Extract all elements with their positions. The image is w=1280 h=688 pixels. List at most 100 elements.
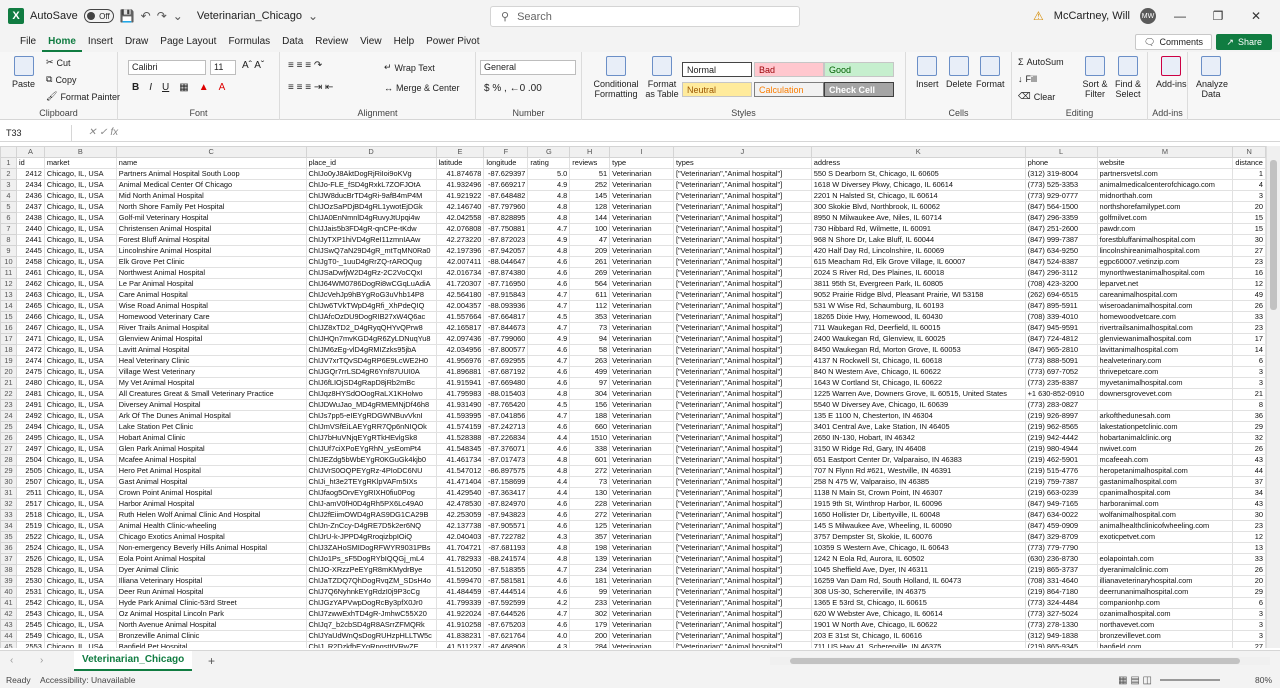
cell[interactable]: 27 (1232, 641, 1266, 648)
cell[interactable]: market (43, 157, 117, 169)
horizontal-scroll-thumb[interactable] (790, 658, 1240, 664)
cell[interactable]: Veterinarian (609, 465, 674, 477)
cell[interactable]: id (15, 157, 45, 169)
cell[interactable]: ChIJo0yJ8AktDogRjRiIoi9oKVg (305, 168, 437, 180)
tab-draw[interactable]: Draw (119, 32, 154, 52)
style-bad[interactable]: Bad (754, 62, 824, 77)
cell[interactable]: 12 (1232, 278, 1266, 290)
cell[interactable]: ["Veterinarian","Animal hospital"] (672, 267, 812, 279)
cell[interactable]: types (672, 157, 812, 169)
cell[interactable]: 564 (569, 278, 611, 290)
cell[interactable]: 4.9 (527, 333, 571, 345)
cell[interactable]: (847) 329-8709 (1024, 531, 1098, 543)
cell[interactable]: -87.943823 (483, 509, 529, 521)
cell[interactable]: (219) 865-3737 (1024, 564, 1098, 576)
cell[interactable]: (773) 278-1330 (1024, 619, 1098, 631)
cell[interactable]: Chicago, IL, USA (43, 388, 117, 400)
cell[interactable]: 6 (1232, 597, 1266, 609)
cell[interactable]: 1650 Hollister Dr, Libertyville, IL 6004… (810, 509, 1026, 521)
cell[interactable]: 2519 (15, 520, 45, 532)
cell[interactable]: 9052 Prairie Ridge Blvd, Pleasant Prairi… (810, 289, 1026, 301)
cell[interactable]: ChIJW8ducBrTD4gRi-9afB4mP4M (305, 190, 437, 202)
cell[interactable]: 4.0 (527, 630, 571, 642)
cell[interactable]: Lake Station Pet Clinic (115, 421, 307, 433)
cell[interactable]: -87.716950 (483, 278, 529, 290)
cell[interactable]: northavevet.com (1096, 619, 1234, 631)
cell[interactable]: 353 (569, 311, 611, 323)
row-header[interactable]: 6 (0, 212, 17, 224)
cell[interactable]: (847) 296-3112 (1024, 267, 1098, 279)
cell[interactable]: 420 Half Day Rd, Lincolnshire, IL 60069 (810, 245, 1026, 257)
cell[interactable]: ["Veterinarian","Animal hospital"] (672, 388, 812, 400)
cell[interactable]: 2458 (15, 256, 45, 268)
row-header[interactable]: 25 (0, 421, 17, 433)
cell[interactable]: Glenview Animal Hospital (115, 333, 307, 345)
cell[interactable]: 4.7 (527, 322, 571, 334)
row-header[interactable]: 16 (0, 322, 17, 334)
cell[interactable]: ["Veterinarian","Animal hospital"] (672, 366, 812, 378)
cell[interactable]: -87.872023 (483, 234, 529, 246)
cell[interactable]: (219) 926-8997 (1024, 410, 1098, 422)
cell[interactable]: Partners Animal Hospital South Loop (115, 168, 307, 180)
cell[interactable]: 42.197396 (435, 245, 485, 257)
cell[interactable]: Chicago, IL, USA (43, 443, 117, 455)
cell[interactable]: 10359 S Western Ave, Chicago, IL 60643 (810, 542, 1026, 554)
cell[interactable]: 41.593995 (435, 410, 485, 422)
cell[interactable]: ChIJDWuJao_MD4gRMEMNjDf46h8 (305, 399, 437, 411)
cell[interactable]: Christensen Animal Hospital (115, 223, 307, 235)
cell[interactable]: 12 (1232, 531, 1266, 543)
cell[interactable]: 2400 Waukegan Rd, Glenview, IL 60025 (810, 333, 1026, 345)
cell[interactable]: Chicago, IL, USA (43, 311, 117, 323)
cell[interactable]: 2530 (15, 575, 45, 587)
cell[interactable]: -87.592599 (483, 597, 529, 609)
cell[interactable]: Chicago, IL, USA (43, 278, 117, 290)
cell[interactable]: Heal Veterinary Clinic (115, 355, 307, 367)
cell[interactable]: 42.478530 (435, 498, 485, 510)
cell[interactable]: 42.097436 (435, 333, 485, 345)
row-header[interactable]: 14 (0, 300, 17, 312)
cell[interactable]: Chicago, IL, USA (43, 641, 117, 648)
cell[interactable]: wiseroadanimalhospital.com (1096, 300, 1234, 312)
cell[interactable]: Lincolnshire Animal Hospital (115, 245, 307, 257)
cell[interactable]: 14 (1232, 344, 1266, 356)
cell[interactable]: -87.363417 (483, 487, 529, 499)
cell[interactable]: 4.8 (527, 190, 571, 202)
comments-button[interactable]: 🗨 Comments (1135, 34, 1212, 50)
row-header[interactable]: 30 (0, 476, 17, 488)
row-header[interactable]: 31 (0, 487, 17, 499)
row-header[interactable]: 5 (0, 201, 17, 213)
cell[interactable]: deerrunanimalhospital.com (1096, 586, 1234, 598)
cell[interactable]: Chicago, IL, USA (43, 201, 117, 213)
cell[interactable]: (708) 339-4010 (1024, 311, 1098, 323)
zoom-level[interactable]: 80% (1255, 675, 1272, 685)
cell[interactable]: -87.828895 (483, 212, 529, 224)
column-header[interactable]: D (305, 146, 437, 158)
cell[interactable]: 17 (1232, 333, 1266, 345)
style-check-cell[interactable]: Check Cell (824, 82, 894, 97)
row-header[interactable]: 35 (0, 531, 17, 543)
cell[interactable]: 27 (1232, 245, 1266, 257)
cell[interactable]: 4.5 (527, 311, 571, 323)
cell[interactable]: ["Veterinarian","Animal hospital"] (672, 256, 812, 268)
cell[interactable]: 42.042558 (435, 212, 485, 224)
cell[interactable]: 357 (569, 531, 611, 543)
cell[interactable]: (773) 235-8387 (1024, 377, 1098, 389)
align-top-buttons[interactable]: ≡ ≡ ≡ ↷ (288, 60, 322, 71)
cell[interactable]: 2518 (15, 509, 45, 521)
cell[interactable]: -87.799060 (483, 333, 529, 345)
cell[interactable]: 2545 (15, 619, 45, 631)
cell[interactable]: 41.484459 (435, 586, 485, 598)
cell[interactable]: 41.511237 (435, 641, 485, 648)
tab-power-pivot[interactable]: Power Pivot (420, 32, 485, 52)
cell[interactable]: 15 (1232, 212, 1266, 224)
cell[interactable]: Illiana Veterinary Hospital (115, 575, 307, 587)
cell[interactable]: 660 (569, 421, 611, 433)
cell[interactable]: 198 (569, 542, 611, 554)
cell[interactable]: 2465 (15, 300, 45, 312)
cell[interactable]: Chicago, IL, USA (43, 454, 117, 466)
cell[interactable]: Chicago, IL, USA (43, 179, 117, 191)
cell[interactable]: 42.253059 (435, 509, 485, 521)
cell[interactable]: 42.165817 (435, 322, 485, 334)
cell[interactable]: ["Veterinarian","Animal hospital"] (672, 531, 812, 543)
cell[interactable]: 97 (569, 377, 611, 389)
